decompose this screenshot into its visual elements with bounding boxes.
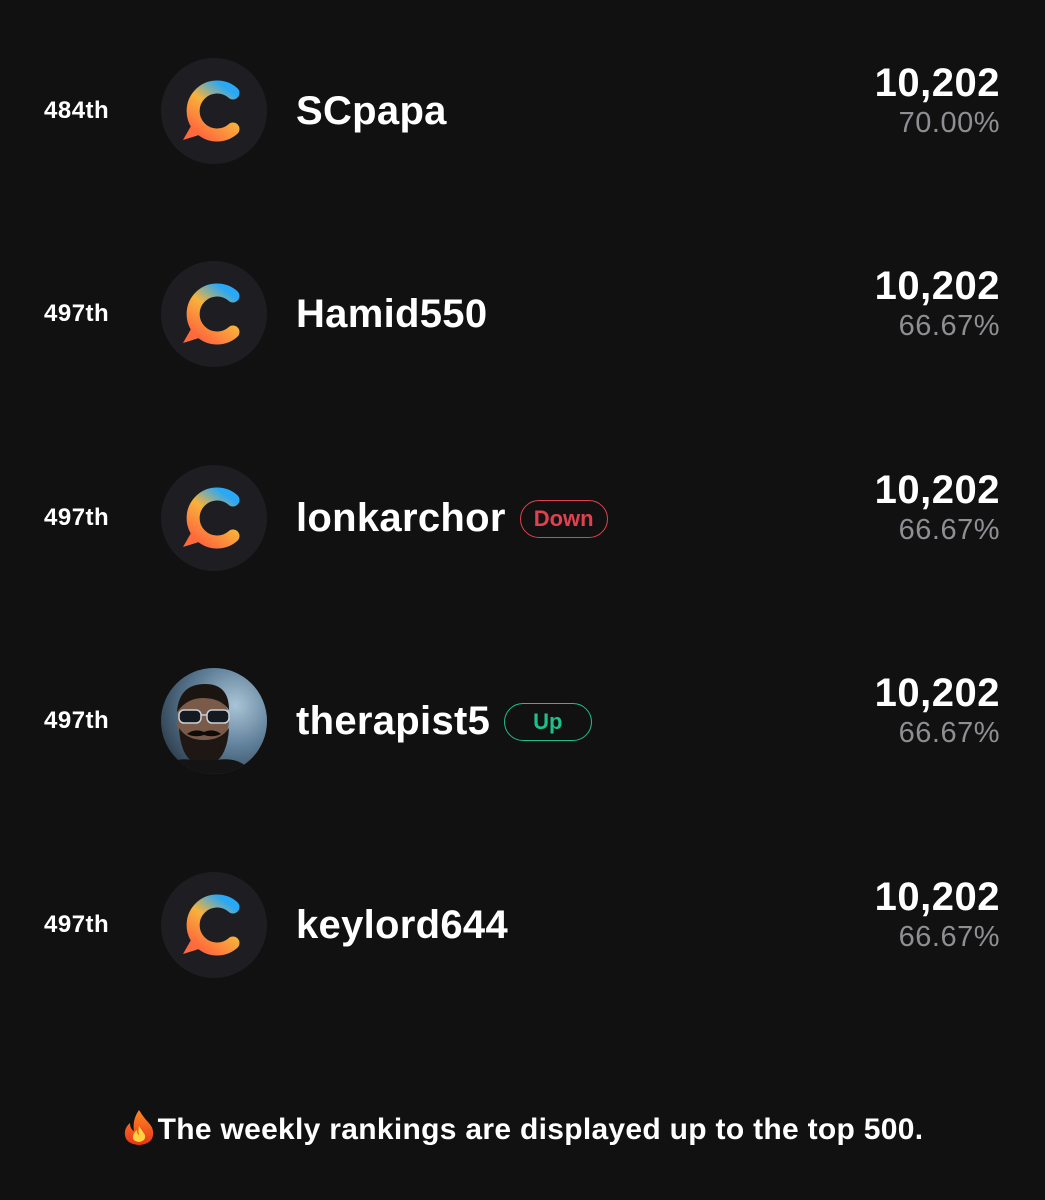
- name-wrap: SCpapa: [296, 56, 447, 166]
- username[interactable]: SCpapa: [296, 89, 447, 134]
- username[interactable]: Hamid550: [296, 292, 487, 337]
- rank-label: 497th: [44, 911, 110, 938]
- score-block: 10,202 66.67%: [875, 874, 1000, 954]
- brand-logo-icon: [183, 487, 240, 549]
- leaderboard-row[interactable]: 497th keylord644 10,202 66.67%: [0, 870, 1045, 980]
- score-value: 10,202: [874, 61, 1000, 105]
- rank-label: 497th: [44, 504, 110, 531]
- rank-down-badge: Down: [519, 500, 608, 538]
- rank-label: 484th: [44, 97, 110, 124]
- leaderboard-row[interactable]: 484th SCpapa 10,202 70.00%: [0, 56, 1045, 166]
- brand-logo-icon: [183, 80, 240, 142]
- avatar[interactable]: [161, 58, 267, 164]
- fire-icon: [124, 1110, 153, 1145]
- score-block: 10,202 70.00%: [875, 60, 1000, 140]
- brand-logo-icon: [183, 283, 240, 345]
- leaderboard-row[interactable]: 497th Hamid550 10,202 66.67%: [0, 259, 1045, 369]
- brand-logo-icon: [183, 894, 240, 956]
- score-value: 10,202: [874, 875, 1000, 919]
- username[interactable]: keylord644: [296, 903, 508, 948]
- percent-value: 66.67%: [898, 921, 1000, 953]
- name-wrap: therapist5 Up: [296, 666, 592, 776]
- name-wrap: Hamid550: [296, 259, 487, 369]
- leaderboard-row[interactable]: 497th lonkarchor Down 10,202 66.67%: [0, 463, 1045, 573]
- score-value: 10,202: [874, 671, 1000, 715]
- rank-up-badge: Up: [504, 703, 592, 741]
- score-block: 10,202 66.67%: [875, 263, 1000, 343]
- user-photo-icon: [161, 668, 267, 774]
- username[interactable]: therapist5: [296, 699, 490, 744]
- percent-value: 66.67%: [898, 514, 1000, 546]
- rank-label: 497th: [44, 300, 110, 327]
- avatar[interactable]: [161, 261, 267, 367]
- percent-value: 66.67%: [898, 310, 1000, 342]
- percent-value: 66.67%: [898, 717, 1000, 749]
- leaderboard-row[interactable]: 497th therapist5 Up 10,202 66.67%: [0, 666, 1045, 776]
- score-value: 10,202: [874, 264, 1000, 308]
- name-wrap: lonkarchor Down: [296, 463, 608, 573]
- percent-value: 70.00%: [898, 107, 1000, 139]
- footer-text: The weekly rankings are displayed up to …: [157, 1113, 924, 1146]
- avatar[interactable]: [161, 465, 267, 571]
- rank-label: 497th: [44, 707, 110, 734]
- username[interactable]: lonkarchor: [296, 496, 506, 541]
- score-block: 10,202 66.67%: [875, 467, 1000, 547]
- score-value: 10,202: [874, 468, 1000, 512]
- rankings-footer-note: The weekly rankings are displayed up to …: [0, 1108, 1045, 1147]
- avatar[interactable]: [161, 668, 267, 774]
- avatar[interactable]: [161, 872, 267, 978]
- score-block: 10,202 66.67%: [875, 670, 1000, 750]
- name-wrap: keylord644: [296, 870, 508, 980]
